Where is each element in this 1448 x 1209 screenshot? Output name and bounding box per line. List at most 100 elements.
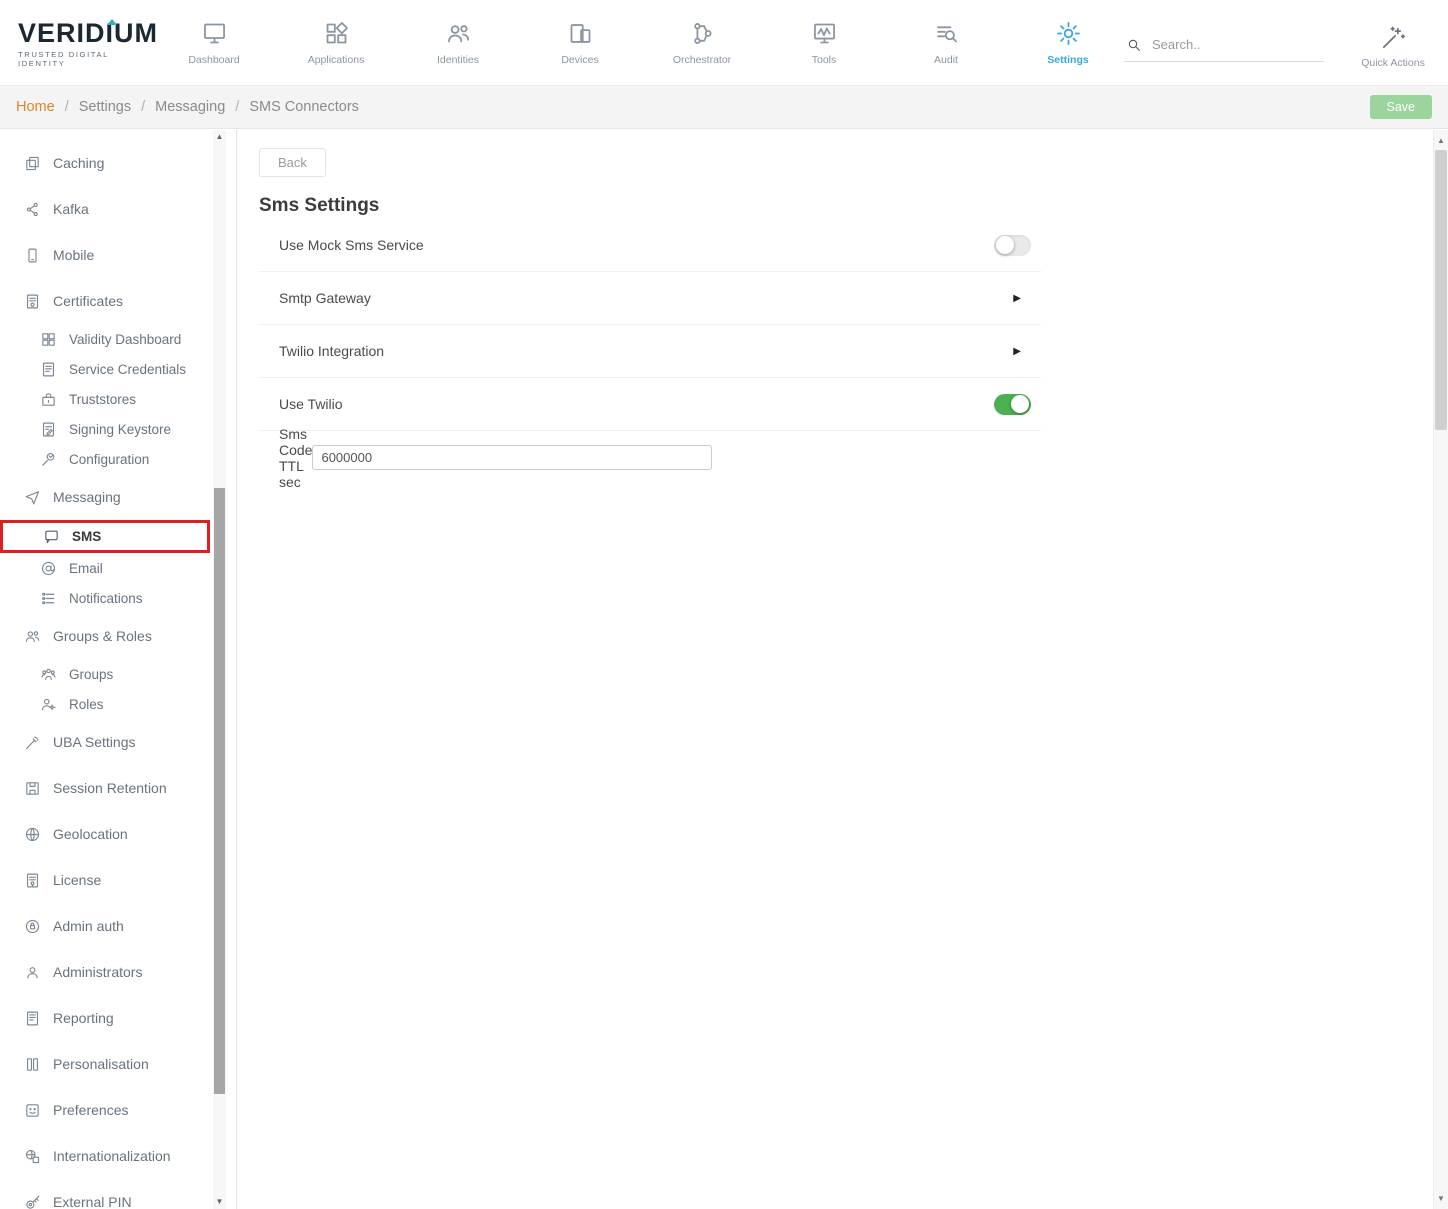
sidebar-item-kafka[interactable]: Kafka [0, 186, 236, 232]
sms-code-ttl-sec-input[interactable] [312, 445, 712, 470]
nav-label: Settings [1032, 54, 1104, 66]
breadcrumb-messaging[interactable]: Messaging [155, 99, 225, 115]
breadcrumb-bar: Home/Settings/Messaging/SMS Connectors S… [0, 85, 1448, 129]
admin-auth-icon [24, 918, 41, 935]
sidebar-item-label: Groups [69, 667, 113, 682]
page-scrollbar[interactable]: ▲ ▼ [1433, 130, 1448, 1209]
groups-icon [40, 666, 57, 683]
sidebar-item-certificates[interactable]: Certificates [0, 278, 236, 324]
use-twilio-toggle[interactable] [994, 394, 1031, 415]
expand-icon[interactable]: ▶ [1003, 289, 1031, 308]
settings-icon [1055, 20, 1082, 47]
page-scroll-down-icon[interactable]: ▼ [1434, 1191, 1448, 1206]
use-mock-sms-service-toggle[interactable] [994, 235, 1031, 256]
nav-label: Dashboard [178, 54, 250, 66]
nav-devices[interactable]: Devices [544, 20, 616, 66]
back-button[interactable]: Back [259, 148, 326, 177]
sidebar-item-service-credentials[interactable]: Service Credentials [0, 354, 236, 384]
administrators-icon [24, 964, 41, 981]
sidebar-item-caching[interactable]: Caching [0, 140, 236, 186]
sidebar-item-label: Reporting [53, 1010, 114, 1026]
setting-label: Use Mock Sms Service [279, 237, 424, 253]
sidebar-item-groups[interactable]: Groups [0, 659, 236, 689]
sidebar-item-roles[interactable]: Roles [0, 689, 236, 719]
setting-row-twilio-integration[interactable]: Twilio Integration▶ [259, 325, 1041, 378]
nav-orchestrator[interactable]: Orchestrator [666, 20, 738, 66]
quick-actions-button[interactable]: Quick Actions [1354, 25, 1432, 69]
nav-label: Applications [300, 54, 372, 66]
sidebar-item-groups-roles[interactable]: Groups & Roles [0, 613, 236, 659]
session-retention-icon [24, 780, 41, 797]
sidebar-item-configuration[interactable]: Configuration [0, 444, 236, 474]
dashboard-icon [201, 20, 228, 47]
validity-dashboard-icon [40, 331, 57, 348]
search [1124, 31, 1324, 62]
identities-icon [445, 20, 472, 47]
toggle-knob [996, 236, 1014, 254]
sidebar-item-reporting[interactable]: Reporting [0, 995, 236, 1041]
sidebar-item-session-retention[interactable]: Session Retention [0, 765, 236, 811]
setting-row-use-twilio: Use Twilio [259, 378, 1041, 431]
nav-tools[interactable]: Tools [788, 20, 860, 66]
scroll-up-icon[interactable]: ▲ [213, 130, 226, 144]
audit-icon [933, 20, 960, 47]
sidebar-item-geolocation[interactable]: Geolocation [0, 811, 236, 857]
nav-label: Identities [422, 54, 494, 66]
sidebar-scrollbar-thumb[interactable] [214, 488, 225, 1094]
nav-dashboard[interactable]: Dashboard [178, 20, 250, 66]
kafka-icon [24, 201, 41, 218]
search-input[interactable] [1152, 37, 1312, 52]
breadcrumb-settings[interactable]: Settings [79, 99, 131, 115]
logo[interactable]: VERIDIUM TRUSTED DIGITAL IDENTITY [18, 18, 158, 68]
nav-applications[interactable]: Applications [300, 20, 372, 66]
nav-identities[interactable]: Identities [422, 20, 494, 66]
nav-label: Orchestrator [666, 54, 738, 66]
nav-settings[interactable]: Settings [1032, 20, 1104, 66]
sidebar-item-preferences[interactable]: Preferences [0, 1087, 236, 1133]
save-button[interactable]: Save [1370, 95, 1433, 119]
sidebar-item-internationalization[interactable]: Internationalization [0, 1133, 236, 1179]
sidebar-item-label: Admin auth [53, 918, 124, 934]
sidebar-item-label: Session Retention [53, 780, 167, 796]
setting-row-smtp-gateway[interactable]: Smtp Gateway▶ [259, 272, 1041, 325]
sidebar-item-label: Personalisation [53, 1056, 149, 1072]
nav-audit[interactable]: Audit [910, 20, 982, 66]
geolocation-icon [24, 826, 41, 843]
sidebar-item-truststores[interactable]: Truststores [0, 384, 236, 414]
sidebar-item-label: Administrators [53, 964, 142, 980]
sidebar-item-sms[interactable]: SMS [0, 520, 210, 553]
sidebar-item-validity-dashboard[interactable]: Validity Dashboard [0, 324, 236, 354]
scroll-down-icon[interactable]: ▼ [213, 1195, 226, 1209]
sidebar-item-label: Configuration [69, 452, 149, 467]
certificates-icon [24, 293, 41, 310]
sidebar-item-label: Signing Keystore [69, 422, 171, 437]
nav-label: Audit [910, 54, 982, 66]
groups-roles-icon [24, 628, 41, 645]
sidebar-list: CachingKafkaMobileCertificatesValidity D… [0, 140, 236, 1209]
breadcrumb-home[interactable]: Home [16, 99, 55, 115]
search-icon [1126, 37, 1142, 53]
messaging-icon [24, 489, 41, 506]
sidebar-scrollbar[interactable]: ▲ ▼ [213, 130, 226, 1209]
expand-icon[interactable]: ▶ [1003, 342, 1031, 361]
page-scrollbar-thumb[interactable] [1435, 150, 1447, 430]
sidebar-item-label: Notifications [69, 591, 143, 606]
setting-label: Sms Code TTL sec [279, 426, 312, 490]
sidebar-item-administrators[interactable]: Administrators [0, 949, 236, 995]
sidebar-item-mobile[interactable]: Mobile [0, 232, 236, 278]
sidebar-item-external-pin[interactable]: External PIN [0, 1179, 236, 1209]
sidebar-item-notifications[interactable]: Notifications [0, 583, 236, 613]
breadcrumb-separator: / [235, 99, 239, 115]
sidebar-item-messaging[interactable]: Messaging [0, 474, 236, 520]
breadcrumb: Home/Settings/Messaging/SMS Connectors [16, 99, 359, 115]
setting-row-sms-code-ttl-sec: Sms Code TTL sec [259, 431, 1041, 484]
page-scroll-up-icon[interactable]: ▲ [1434, 133, 1448, 148]
preferences-icon [24, 1102, 41, 1119]
sidebar-item-license[interactable]: License [0, 857, 236, 903]
sidebar-item-admin-auth[interactable]: Admin auth [0, 903, 236, 949]
sidebar-item-uba-settings[interactable]: UBA Settings [0, 719, 236, 765]
sidebar-item-personalisation[interactable]: Personalisation [0, 1041, 236, 1087]
sidebar-item-email[interactable]: Email [0, 553, 236, 583]
orchestrator-icon [689, 20, 716, 47]
sidebar-item-signing-keystore[interactable]: Signing Keystore [0, 414, 236, 444]
